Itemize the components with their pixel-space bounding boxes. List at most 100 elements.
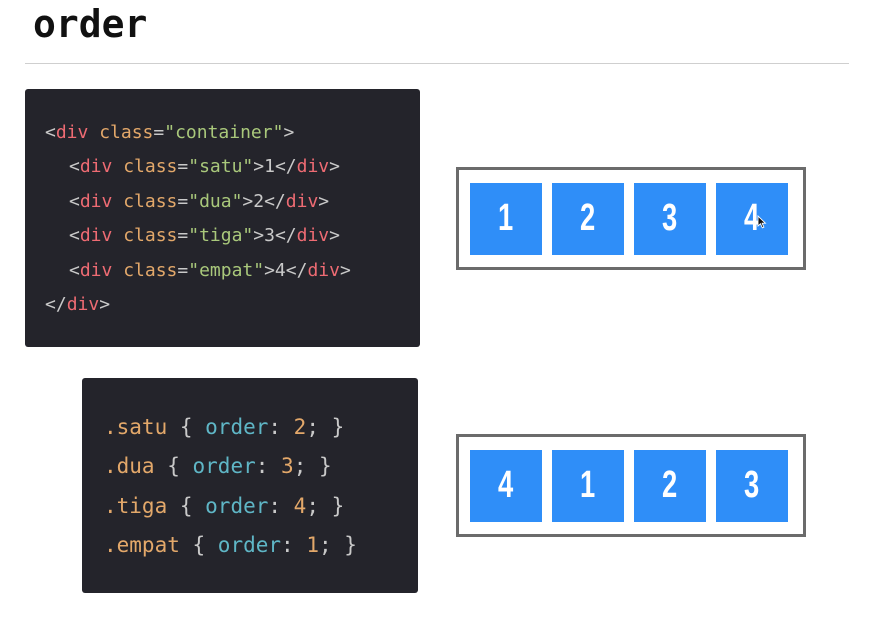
code-token: = — [177, 190, 189, 212]
flex-item: 4 — [716, 182, 788, 255]
code-token: div — [55, 122, 89, 143]
code-token: "empat" — [188, 259, 265, 281]
code-token: "dua" — [188, 190, 243, 212]
code-token: 3 — [281, 454, 294, 479]
code-token: > — [329, 225, 340, 247]
flex-item-label: 2 — [580, 197, 596, 239]
code-token: = — [177, 156, 189, 178]
code-token: class — [123, 156, 178, 178]
page-title: order — [33, 2, 148, 46]
code-token: < — [69, 225, 80, 247]
html-code-line: <div class="tiga">3</div> — [45, 219, 420, 253]
code-token: class — [99, 122, 154, 143]
code-token: >3</ — [253, 225, 297, 247]
code-token: "satu" — [188, 156, 254, 178]
code-token: >2</ — [242, 190, 286, 212]
code-token: { — [167, 415, 206, 439]
code-token: : — [268, 493, 294, 518]
code-token: .empat — [104, 532, 180, 557]
code-token: div — [285, 190, 319, 212]
code-token: .tiga — [104, 493, 168, 518]
code-token: order — [205, 415, 269, 439]
code-token: .satu — [104, 415, 168, 439]
flex-item: 1 — [470, 182, 542, 255]
flex-item: 2 — [634, 449, 706, 522]
css-code-line: .empat { order: 1; } — [104, 526, 418, 565]
code-token: div — [307, 259, 340, 281]
flex-item: 4 — [470, 449, 542, 522]
code-token: "tiga" — [188, 225, 254, 247]
css-code-line: .tiga { order: 4; } — [104, 487, 418, 526]
code-token: : — [281, 532, 307, 557]
flex-item: 3 — [634, 182, 706, 255]
code-token: 2 — [293, 415, 307, 439]
flex-demo-custom-order: 4 1 2 3 — [456, 434, 806, 537]
code-token: 4 — [293, 493, 307, 518]
code-token: class — [123, 259, 178, 281]
code-token: </ — [45, 294, 67, 316]
code-token: >1</ — [253, 156, 297, 178]
code-token: div — [79, 156, 113, 178]
flex-item-label: 1 — [580, 464, 596, 506]
code-token: class — [123, 190, 178, 212]
code-token: class — [123, 225, 178, 247]
css-code-line: .satu { order: 2; } — [104, 408, 418, 447]
code-token: > — [99, 294, 111, 316]
flex-item: 2 — [552, 182, 624, 255]
code-token: < — [45, 122, 56, 143]
code-token: order — [217, 532, 282, 557]
flex-item-label: 4 — [498, 464, 514, 506]
code-token: = — [177, 225, 189, 247]
flex-item: 1 — [552, 449, 624, 522]
flex-item-label: 2 — [662, 464, 678, 506]
code-token: ; } — [306, 493, 345, 518]
code-token: = — [177, 259, 189, 281]
code-token: div — [296, 156, 330, 178]
flex-demo-default-order: 1 2 3 4 — [456, 167, 806, 270]
code-token: .dua — [104, 454, 155, 479]
html-code-line: <div class="satu">1</div> — [45, 150, 420, 184]
code-token: ; } — [293, 454, 332, 479]
code-token: div — [79, 259, 113, 281]
code-token: < — [69, 156, 80, 178]
html-code-block: <div class="container"> <div class="satu… — [25, 89, 420, 347]
code-token: order — [192, 454, 256, 479]
code-token: 1 — [306, 532, 319, 557]
flex-item: 3 — [716, 449, 788, 522]
code-token: div — [79, 190, 113, 212]
html-code-line: <div class="empat">4</div> — [45, 254, 420, 288]
code-token: >4</ — [264, 259, 308, 281]
html-code-line: </div> — [45, 288, 420, 322]
code-token: { — [154, 454, 193, 479]
css-code-block: .satu { order: 2; } .dua { order: 3; } .… — [82, 378, 418, 593]
code-token: = — [153, 122, 165, 143]
code-token: : — [268, 415, 294, 439]
mouse-pointer-icon — [757, 214, 767, 228]
code-token: order — [205, 493, 269, 518]
flex-item-label: 3 — [744, 464, 760, 506]
code-token: > — [318, 190, 330, 212]
code-token: { — [167, 493, 206, 518]
code-token: div — [66, 294, 100, 316]
code-token: div — [296, 225, 330, 247]
code-token: > — [329, 156, 340, 178]
code-token: > — [339, 259, 351, 281]
code-token: : — [255, 454, 282, 479]
flex-item-label: 1 — [498, 197, 514, 239]
code-token: { — [179, 532, 218, 557]
code-token: "container" — [164, 122, 284, 143]
flex-item-label: 3 — [662, 197, 678, 239]
css-code-line: .dua { order: 3; } — [104, 447, 418, 486]
code-token: div — [79, 225, 113, 247]
code-token: > — [283, 122, 295, 143]
code-token: ; } — [306, 415, 345, 439]
code-token: < — [69, 190, 80, 212]
code-token: ; } — [318, 532, 357, 557]
code-token: < — [69, 259, 80, 281]
html-code-line: <div class="dua">2</div> — [45, 185, 420, 219]
html-code-line: <div class="container"> — [45, 116, 420, 150]
